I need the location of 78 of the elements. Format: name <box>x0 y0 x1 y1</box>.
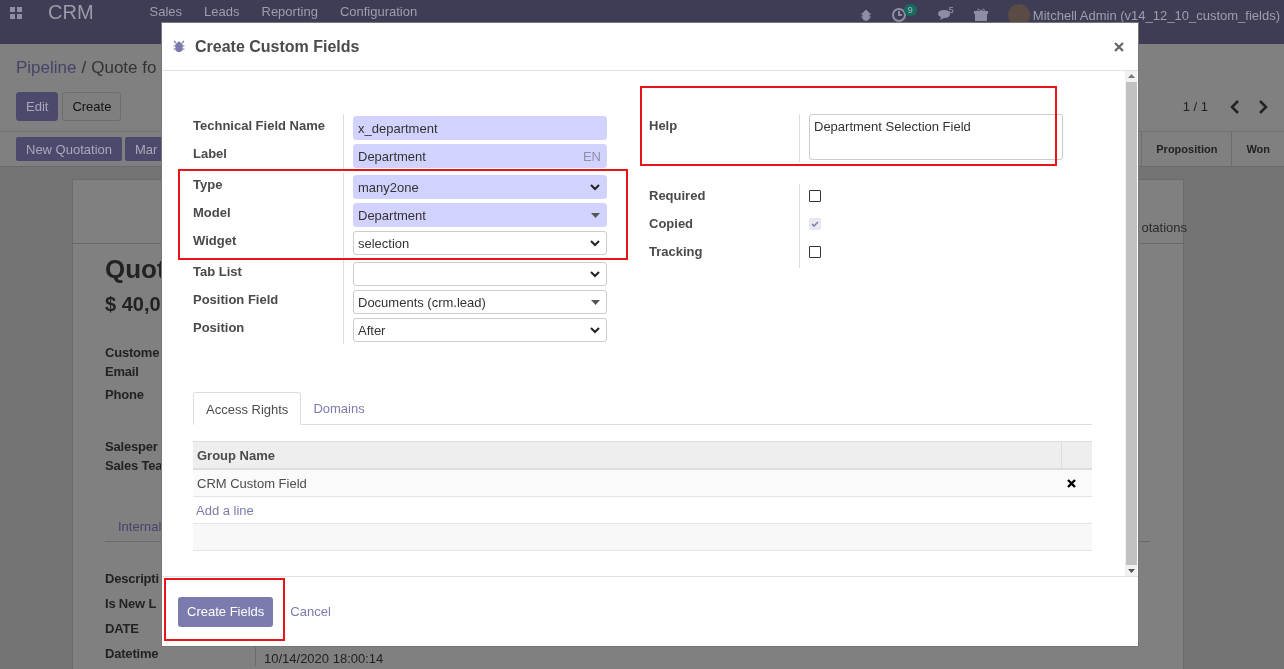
clock-icon[interactable] <box>891 8 906 22</box>
field-label: Help <box>649 117 679 135</box>
count-label: 5 <box>948 5 954 15</box>
select-field[interactable]: After <box>353 318 607 342</box>
menu-item[interactable]: Sales <box>149 4 183 19</box>
field-label: Model <box>193 204 232 222</box>
field-label: Email <box>105 364 139 379</box>
close-icon[interactable] <box>1114 41 1124 52</box>
delete-icon[interactable] <box>1067 478 1076 488</box>
count-badge: 9 <box>903 4 917 16</box>
field-label: Phone <box>105 386 144 404</box>
stage-step[interactable]: Proposition <box>1141 132 1232 166</box>
field-label: Technical Field Name <box>193 117 326 135</box>
pager-counter: 1 / 1 <box>1182 99 1208 114</box>
scroll-down-icon <box>1127 569 1135 573</box>
chevron-down-icon <box>590 326 600 334</box>
dropdown-field[interactable]: Documents (crm.lead) <box>353 290 607 314</box>
menu-item[interactable]: Leads <box>204 4 240 19</box>
dialog-title: Create Custom Fields <box>195 37 360 56</box>
user-name[interactable]: Mitchell Admin (v14_12_10_custom_fields) <box>1032 7 1280 23</box>
breadcrumb-separator: / <box>81 58 87 78</box>
bug-icon[interactable] <box>859 8 872 22</box>
app-name: CRM <box>48 1 94 24</box>
field-label: Descripti <box>105 570 159 586</box>
create-button[interactable]: Create <box>62 92 122 121</box>
select-field[interactable] <box>353 262 607 286</box>
record-amount: $ 40,0 <box>105 293 161 316</box>
field-label: Type <box>193 176 224 194</box>
breadcrumb-item: Quote fo <box>91 58 157 78</box>
edit-button[interactable]: Edit <box>16 92 59 121</box>
select-field[interactable]: many2one <box>353 175 607 199</box>
chevron-down-icon <box>590 183 600 191</box>
chevron-down-icon <box>590 239 600 247</box>
field-label: Label <box>193 145 228 163</box>
table-cell-text: CRM Custom Field <box>196 475 308 491</box>
bug-icon <box>173 40 185 53</box>
notebook-tab[interactable]: Domains <box>301 392 377 424</box>
apps-menu-icon[interactable] <box>10 7 22 19</box>
field-label: Custome <box>105 344 160 362</box>
cancel-link[interactable]: Cancel <box>281 596 340 627</box>
field-value: 10/14/2020 18:00:14 <box>264 651 384 666</box>
create-fields-button[interactable]: Create Fields <box>178 596 274 627</box>
select-field[interactable]: selection <box>353 231 607 255</box>
gift-icon[interactable] <box>973 8 988 22</box>
dropdown-field[interactable]: Department <box>353 203 607 227</box>
field-label: Tracking <box>649 243 704 261</box>
field-label: Datetime <box>105 645 159 661</box>
smart-button[interactable]: otations <box>1141 220 1187 243</box>
checkbox[interactable] <box>809 190 821 202</box>
breadcrumb-item[interactable]: Pipeline <box>16 58 77 78</box>
action-button[interactable]: New Quotation <box>16 137 122 161</box>
language-tag[interactable]: EN <box>582 148 606 164</box>
field-label: Copied <box>649 215 695 233</box>
chevron-right-icon[interactable] <box>1258 99 1268 114</box>
input-field[interactable]: x_department <box>353 116 607 140</box>
stage-step[interactable]: Won <box>1231 132 1284 166</box>
checkbox[interactable] <box>809 246 821 258</box>
field-label: Position <box>193 319 246 337</box>
field-label: Tab List <box>193 263 243 281</box>
column-header: Group Name <box>196 447 276 463</box>
field-label: Is New L <box>105 595 157 611</box>
chevron-down-icon <box>590 270 600 278</box>
field-label: Position Field <box>193 291 280 309</box>
caret-icon <box>591 212 600 218</box>
field-label: DATE <box>105 620 139 636</box>
field-label: Required <box>649 187 707 205</box>
add-line-link[interactable]: Add a line <box>193 502 254 518</box>
caret-icon <box>591 299 600 305</box>
field-label: Widget <box>193 232 238 250</box>
text-area[interactable]: Department Selection Field <box>809 114 1063 160</box>
input-field[interactable]: Department EN <box>353 144 607 168</box>
field-label: Salesper <box>105 438 158 456</box>
chat-icon[interactable] <box>936 9 951 21</box>
menu-item[interactable]: Configuration <box>339 4 418 19</box>
menu-item[interactable]: Reporting <box>261 4 318 19</box>
chevron-left-icon[interactable] <box>1230 99 1240 114</box>
notebook-tab[interactable]: Access Rights <box>193 392 302 425</box>
scroll-up-icon <box>1127 74 1135 78</box>
